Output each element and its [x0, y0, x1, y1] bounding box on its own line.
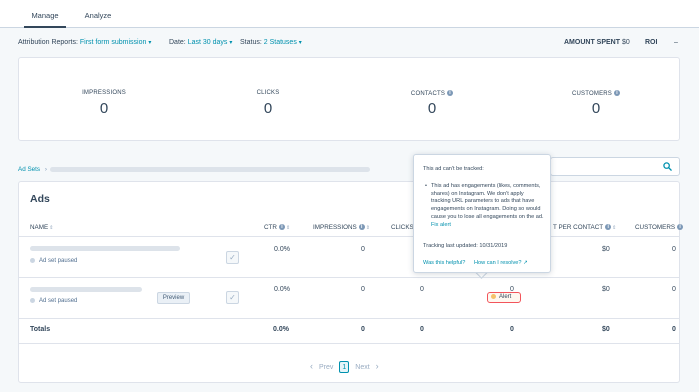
- sort-icon: ⇕: [365, 225, 370, 231]
- status-filter[interactable]: Status: 2 Statuses ▾: [240, 39, 302, 46]
- kpi-impressions-value: 0: [99, 100, 109, 117]
- resolve-link[interactable]: How can I resolve?: [474, 260, 522, 266]
- attribution-filter[interactable]: Attribution Reports: First form submissi…: [18, 39, 151, 46]
- chevron-down-icon: ▾: [298, 40, 302, 46]
- breadcrumb-separator: ›: [44, 166, 47, 173]
- date-dropdown[interactable]: Last 30 days: [188, 39, 228, 46]
- totals-customers: 0: [672, 326, 676, 333]
- pagination: ‹ Prev 1 Next ›: [310, 361, 379, 373]
- row-customers: 0: [672, 246, 676, 253]
- date-label: Date:: [169, 39, 186, 46]
- sort-icon: ⇕: [285, 225, 291, 231]
- row-checkbox[interactable]: ✓: [226, 291, 239, 304]
- row-cost-per-contact: $0: [602, 246, 610, 253]
- ad-status: Ad set paused: [30, 298, 77, 304]
- kpi-clicks-label: CLICKS: [256, 90, 280, 96]
- kpi-impressions-label: IMPRESSIONS: [82, 90, 126, 96]
- totals-divider: [18, 343, 680, 344]
- date-filter[interactable]: Date: Last 30 days ▾: [169, 39, 232, 46]
- chevron-down-icon: ▾: [229, 40, 233, 46]
- roi-label: ROI: [645, 39, 658, 46]
- kpi-customers-label: CUSTOMERS i: [536, 90, 656, 97]
- breadcrumb-blurred-name: [50, 167, 370, 172]
- info-icon: i: [278, 224, 285, 230]
- kpi-card: IMPRESSIONS 0 CLICKS 0 CONTACTS i 0 CUSTO…: [18, 57, 680, 141]
- info-icon: i: [605, 224, 612, 230]
- row-ctr: 0.0%: [274, 246, 290, 253]
- row-clicks: 0: [420, 286, 424, 293]
- row-divider: [18, 277, 680, 278]
- chevron-down-icon: ▾: [148, 40, 152, 46]
- row-ctr: 0.0%: [274, 286, 290, 293]
- totals-clicks: 0: [420, 326, 424, 333]
- totals-label: Totals: [30, 326, 51, 333]
- kpi-clicks-value: 0: [263, 100, 273, 117]
- tooltip-footer: Was this helpful? How can I resolve? ↗: [423, 260, 528, 268]
- row-cost-per-contact: $0: [602, 286, 610, 293]
- attribution-label: Attribution Reports:: [18, 39, 78, 46]
- totals-cost-per-contact: $0: [602, 326, 610, 333]
- roi-value: –: [674, 39, 678, 46]
- breadcrumb: Ad Sets ›: [18, 166, 50, 173]
- row-impressions: 0: [361, 246, 365, 253]
- row-divider: [18, 318, 680, 319]
- column-name[interactable]: NAME⇕: [30, 224, 53, 231]
- column-impressions[interactable]: IMPRESSIONS i ⇕: [313, 224, 370, 231]
- amount-spent-value: $0: [622, 39, 630, 46]
- tab-analyze[interactable]: Analyze: [76, 0, 120, 28]
- chevron-left-icon[interactable]: ‹: [310, 361, 313, 371]
- column-customers[interactable]: CUSTOMERS i: [635, 224, 684, 231]
- breadcrumb-ad-sets[interactable]: Ad Sets: [18, 166, 40, 173]
- status-label: Status:: [240, 39, 262, 46]
- info-icon[interactable]: i: [447, 90, 454, 96]
- preview-button[interactable]: Preview: [157, 292, 190, 304]
- external-link-icon[interactable]: ↗: [523, 260, 528, 266]
- alert-tooltip: This ad can't be tracked: • This ad has …: [413, 154, 551, 273]
- tab-manage[interactable]: Manage: [24, 0, 66, 28]
- column-cost-per-contact[interactable]: T PER CONTACT i ⇕: [553, 224, 616, 231]
- row-impressions: 0: [361, 286, 365, 293]
- alert-badge[interactable]: Alert: [487, 292, 521, 303]
- search-icon[interactable]: [663, 162, 672, 171]
- status-dot: [30, 258, 35, 263]
- totals-ctr: 0.0%: [273, 326, 289, 333]
- info-icon[interactable]: i: [614, 90, 621, 96]
- fix-alert-link[interactable]: Fix alert: [431, 222, 451, 228]
- prev-button[interactable]: Prev: [319, 364, 333, 371]
- next-button[interactable]: Next: [355, 364, 369, 371]
- kpi-contacts-value: 0: [427, 100, 437, 117]
- column-ctr[interactable]: CTR i ⇕: [264, 224, 290, 231]
- info-icon: i: [358, 224, 365, 230]
- tooltip-title: This ad can't be tracked:: [423, 166, 484, 172]
- kpi-customers-value: 0: [591, 100, 601, 117]
- ad-status: Ad set paused: [30, 258, 77, 264]
- row-checkbox[interactable]: ✓: [226, 251, 239, 264]
- search-input[interactable]: [550, 157, 680, 176]
- amount-spent-label: AMOUNT SPENT: [564, 39, 620, 46]
- tab-bar: Manage Analyze: [0, 0, 699, 28]
- tooltip-updated: Tracking last updated: 10/31/2019: [423, 243, 508, 249]
- status-dot: [30, 298, 35, 303]
- status-dropdown[interactable]: 2 Statuses: [264, 39, 297, 46]
- tooltip-bullet: • This ad has engagements (likes, commen…: [425, 183, 544, 228]
- totals-contacts: 0: [510, 326, 514, 333]
- ad-name-blurred[interactable]: [30, 287, 142, 292]
- row-customers: 0: [672, 286, 676, 293]
- chevron-right-icon[interactable]: ›: [376, 361, 379, 371]
- kpi-contacts-label: CONTACTS i: [372, 90, 492, 97]
- column-clicks[interactable]: CLICKS: [391, 224, 414, 231]
- filter-bar: Attribution Reports: First form submissi…: [0, 36, 699, 52]
- helpful-link[interactable]: Was this helpful?: [423, 260, 465, 266]
- header-divider: [18, 236, 680, 237]
- totals-impressions: 0: [361, 326, 365, 333]
- page-number[interactable]: 1: [339, 361, 350, 373]
- ads-table-card: [18, 181, 680, 383]
- sort-icon: ⇕: [49, 225, 54, 231]
- sort-icon: ⇕: [612, 225, 617, 231]
- ad-name-blurred[interactable]: [30, 246, 180, 251]
- info-icon: i: [677, 224, 684, 230]
- alert-dot-icon: [491, 294, 496, 299]
- attribution-dropdown[interactable]: First form submission: [80, 39, 147, 46]
- table-title: Ads: [30, 193, 50, 205]
